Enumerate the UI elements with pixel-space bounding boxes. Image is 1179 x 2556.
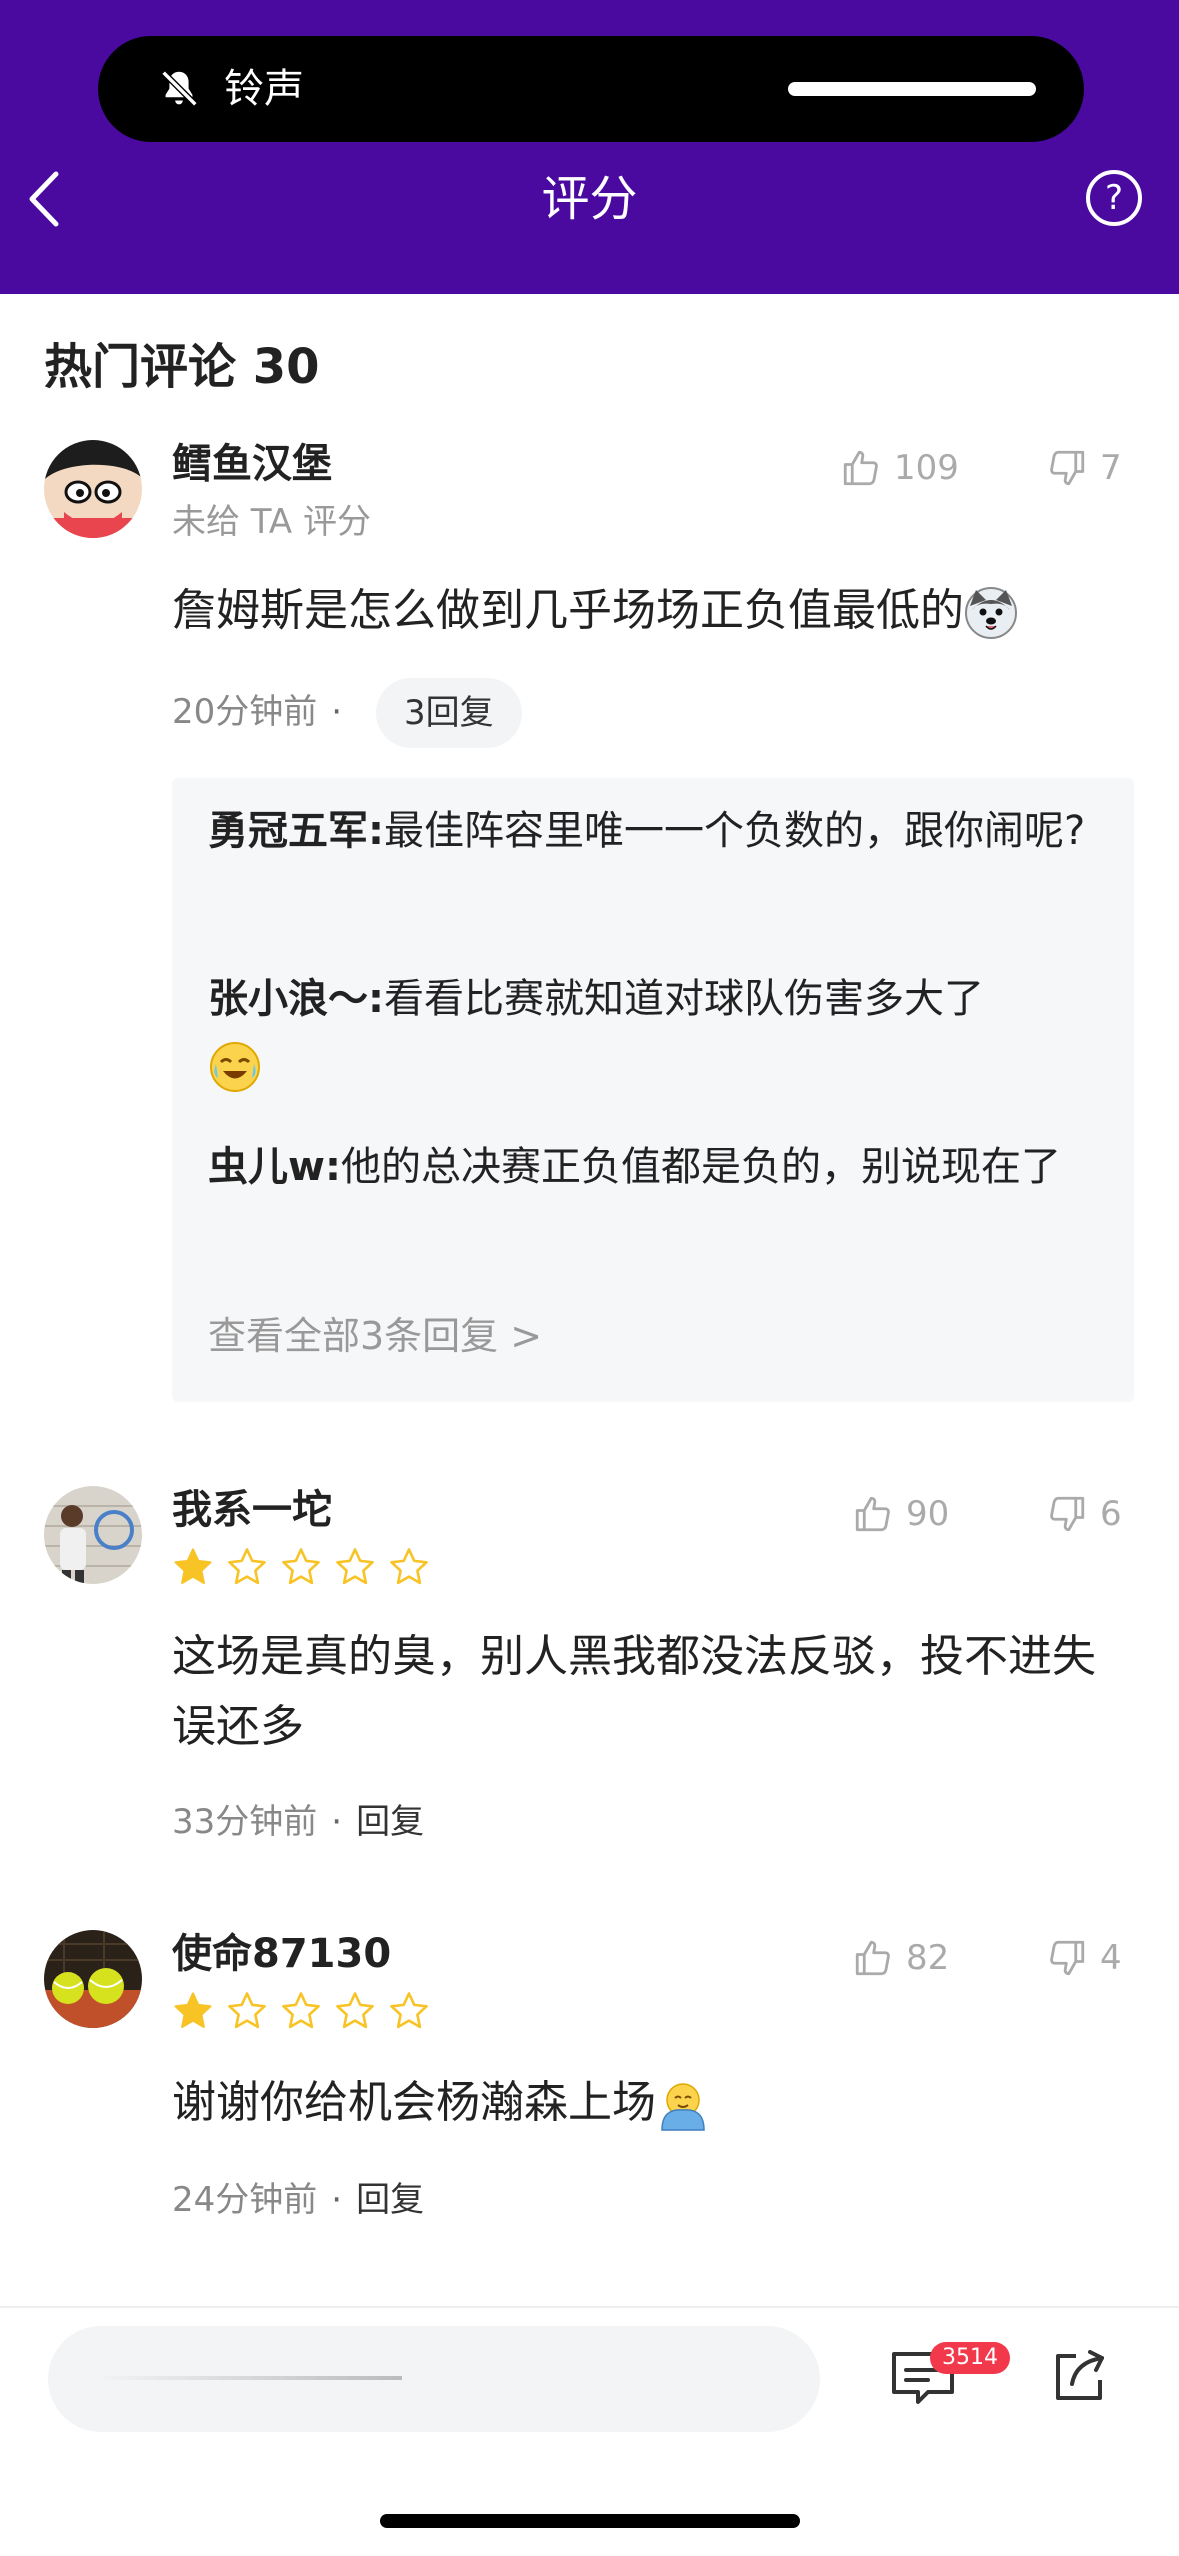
- dislike-button[interactable]: 7: [1046, 440, 1122, 496]
- like-button[interactable]: 82: [852, 1930, 949, 1986]
- reply-text: 看看比赛就知道对球队伤害多大了: [384, 976, 984, 1022]
- rating-subtitle: 未给 TA 评分: [172, 502, 372, 542]
- like-count: 90: [906, 1494, 950, 1534]
- star-empty-icon: [228, 1992, 266, 2029]
- thumbs-up-icon: [855, 1940, 890, 1976]
- comment-input[interactable]: [48, 2326, 820, 2432]
- share-icon[interactable]: [1050, 2346, 1110, 2406]
- page-title: 评分: [541, 171, 638, 227]
- blanket-emoji-icon: [661, 2083, 705, 2131]
- star-rating: [172, 1990, 442, 2032]
- comment-meta: 24分钟前 · 回复: [172, 2176, 424, 2224]
- comment-meta: 20分钟前 ·: [172, 688, 356, 736]
- like-button[interactable]: 109: [840, 440, 959, 496]
- thumbs-down-icon: [1050, 1940, 1085, 1976]
- thumbs-down-icon: [1050, 1496, 1085, 1532]
- star-empty-icon: [390, 1548, 428, 1585]
- comment-count-badge: 3514: [930, 2342, 1010, 2374]
- reply-user[interactable]: 张小浪～:: [208, 976, 384, 1022]
- like-button[interactable]: 90: [852, 1486, 949, 1542]
- reply-item[interactable]: 虫儿w:他的总决赛正负值都是负的，别说现在了: [208, 1134, 1098, 1200]
- comment-text-content: 谢谢你给机会杨瀚森上场: [172, 2077, 656, 2128]
- dynamic-island: 铃声: [98, 36, 1084, 142]
- reply-count-button[interactable]: 3回复: [376, 678, 522, 748]
- username[interactable]: 使命87130: [172, 1926, 391, 1982]
- reply-button[interactable]: 回复: [356, 1798, 424, 1846]
- meta-separator: ·: [331, 692, 343, 732]
- comment-time: 33分钟前: [172, 1802, 318, 1842]
- dislike-count: 6: [1100, 1494, 1122, 1534]
- comment-text-content: 詹姆斯是怎么做到几乎场场正负值最低的: [172, 585, 964, 636]
- like-count: 82: [906, 1938, 950, 1978]
- reply-button[interactable]: 回复: [356, 2176, 424, 2224]
- section-title: 热门评论 30: [44, 339, 320, 395]
- reply-text: 他的总决赛正负值都是负的，别说现在了: [340, 1144, 1061, 1190]
- thumbs-down-icon: [1050, 450, 1085, 486]
- thumbs-up-icon: [855, 1496, 890, 1532]
- reply-item[interactable]: 勇冠五军:最佳阵容里唯一一个负数的，跟你闹呢?: [208, 798, 1098, 864]
- ringer-label: 铃声: [224, 66, 304, 112]
- meta-separator: ·: [331, 2180, 343, 2220]
- comment-time: 20分钟前: [172, 692, 318, 732]
- thumbs-up-icon: [843, 450, 878, 486]
- comment-text: 谢谢你给机会杨瀚森上场: [172, 2068, 1132, 2138]
- star-empty-icon: [390, 1992, 428, 2029]
- comment-text: 詹姆斯是怎么做到几乎场场正负值最低的: [172, 576, 1132, 646]
- input-placeholder-fade: [96, 2376, 402, 2380]
- dislike-button[interactable]: 4: [1046, 1930, 1122, 1986]
- bottom-divider: [0, 2306, 1179, 2308]
- meta-separator: ·: [331, 1802, 343, 1842]
- star-rating: [172, 1546, 442, 1588]
- star-empty-icon: [282, 1992, 320, 2029]
- crying-laughing-emoji-icon: [210, 1042, 260, 1092]
- header: 铃声 评分 ?: [0, 0, 1179, 294]
- star-empty-icon: [228, 1548, 266, 1585]
- husky-emoji-icon: [965, 587, 1017, 639]
- volume-bar: [788, 82, 1036, 96]
- bell-slash-icon: [161, 70, 198, 107]
- comment-meta: 33分钟前 · 回复: [172, 1798, 424, 1846]
- avatar[interactable]: [44, 1486, 142, 1584]
- star-filled-icon: [174, 1548, 212, 1584]
- dislike-button[interactable]: 6: [1046, 1486, 1122, 1542]
- comment-time: 24分钟前: [172, 2180, 318, 2220]
- reply-user[interactable]: 勇冠五军:: [208, 808, 384, 854]
- dislike-count: 7: [1100, 448, 1122, 488]
- dislike-count: 4: [1100, 1938, 1122, 1978]
- home-indicator: [380, 2514, 800, 2528]
- reply-item[interactable]: 张小浪～:看看比赛就知道对球队伤害多大了: [208, 966, 1098, 1098]
- avatar[interactable]: [44, 440, 142, 538]
- replies-preview[interactable]: 勇冠五军:最佳阵容里唯一一个负数的，跟你闹呢? 张小浪～:看看比赛就知道对球队伤…: [172, 778, 1134, 1402]
- question-circle-icon[interactable]: ?: [1086, 170, 1142, 226]
- star-empty-icon: [336, 1992, 374, 2029]
- star-empty-icon: [336, 1548, 374, 1585]
- like-count: 109: [894, 448, 959, 488]
- comment-text: 这场是真的臭，别人黑我都没法反驳，投不进失误还多: [172, 1631, 1096, 1752]
- avatar[interactable]: [44, 1930, 142, 2028]
- reply-text: 最佳阵容里唯一一个负数的，跟你闹呢?: [384, 808, 1086, 854]
- star-filled-icon: [174, 1992, 212, 2028]
- username[interactable]: 鳕鱼汉堡: [172, 436, 332, 492]
- reply-user[interactable]: 虫儿w:: [208, 1144, 341, 1190]
- view-all-replies-link[interactable]: 查看全部3条回复 >: [208, 1308, 542, 1364]
- username[interactable]: 我系一坨: [172, 1482, 332, 1538]
- star-empty-icon: [282, 1548, 320, 1585]
